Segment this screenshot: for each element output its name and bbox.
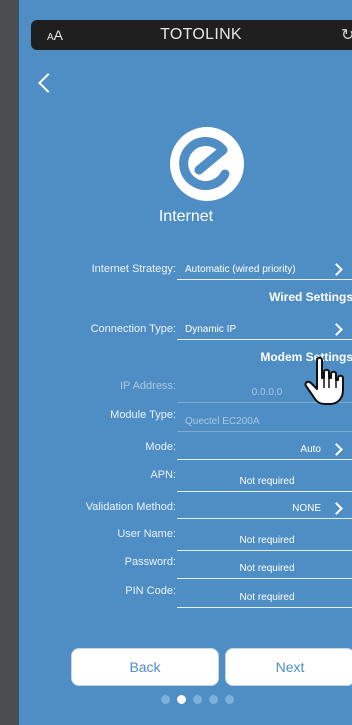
apn-input[interactable]: Not required <box>177 470 352 492</box>
pin-code-input[interactable]: Not required <box>177 586 352 608</box>
connection-type-label: Connection Type: <box>90 323 176 335</box>
hand-pointer-icon <box>304 356 344 405</box>
chevron-right-icon <box>330 502 343 515</box>
validation-method-select[interactable]: NONE <box>177 497 352 519</box>
pagination-dot[interactable] <box>209 695 218 704</box>
pagination-dot[interactable] <box>177 695 186 704</box>
pagination-dot[interactable] <box>193 695 202 704</box>
wired-settings-header: Wired Settings <box>269 290 352 304</box>
pin-code-label: PIN Code: <box>125 585 176 597</box>
user-name-input[interactable]: Not required <box>177 529 352 551</box>
back-chevron-icon[interactable] <box>38 73 58 93</box>
password-input[interactable]: Not required <box>177 557 352 579</box>
internet-logo-icon <box>170 127 244 201</box>
browser-address-bar[interactable]: AA TOTOLINK ↻ <box>31 20 352 50</box>
chevron-right-icon <box>330 323 343 336</box>
module-type-label: Module Type: <box>110 409 176 421</box>
validation-method-label: Validation Method: <box>85 501 176 513</box>
apn-label: APN: <box>150 469 176 481</box>
next-button[interactable]: Next <box>225 648 352 686</box>
chevron-right-icon <box>330 263 343 276</box>
pagination-dot[interactable] <box>161 695 170 704</box>
password-label: Password: <box>124 556 176 568</box>
mode-label: Mode: <box>145 441 176 453</box>
module-type-field: Quectel EC200A <box>177 410 352 432</box>
internet-strategy-select[interactable]: Automatic (wired priority) <box>177 258 352 280</box>
internet-strategy-label: Internet Strategy: <box>91 263 176 275</box>
reload-icon[interactable]: ↻ <box>341 25 352 45</box>
back-button[interactable]: Back <box>71 648 219 686</box>
ip-address-label: IP Address: <box>119 380 176 392</box>
site-title: TOTOLINK <box>160 26 242 43</box>
user-name-label: User Name: <box>117 528 176 540</box>
pagination-dot[interactable] <box>225 695 234 704</box>
page-title: Internet <box>158 208 214 225</box>
connection-type-select[interactable]: Dynamic IP <box>177 318 352 340</box>
mode-select[interactable]: Auto <box>177 438 352 460</box>
app-screen: AA TOTOLINK ↻ Internet Internet Strategy… <box>18 0 352 725</box>
chevron-right-icon <box>330 443 343 456</box>
